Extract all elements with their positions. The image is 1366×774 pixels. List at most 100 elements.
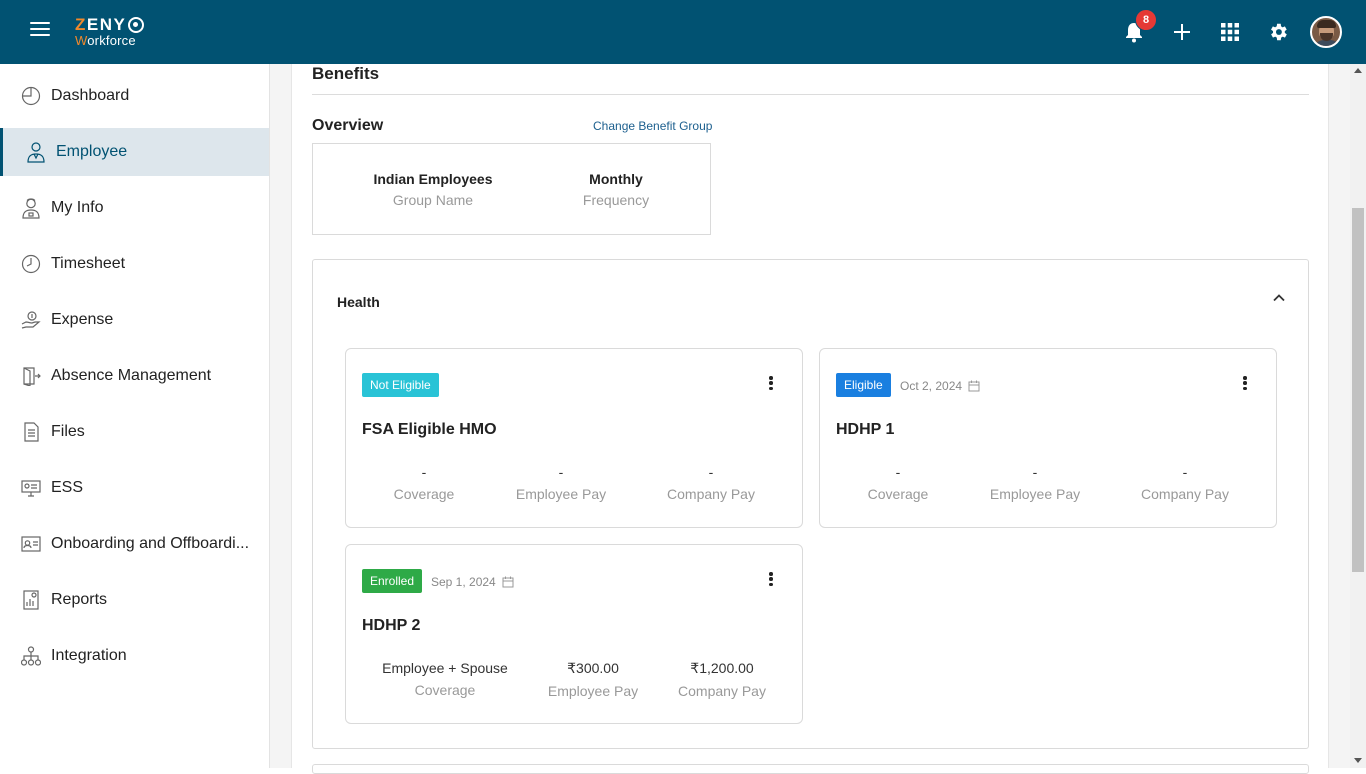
benefit-card-fsa-eligible-hmo: Not Eligible FSA Eligible HMO - Coverage… [345, 348, 803, 528]
effective-date-text: Oct 2, 2024 [900, 379, 963, 393]
sidebar-item-label: My Info [51, 199, 104, 216]
logo-wordmark: Z ENY [75, 15, 145, 34]
avatar[interactable] [1310, 16, 1342, 48]
company-pay-value: - [1182, 464, 1188, 480]
company-pay-value: ₹1,200.00 [690, 660, 754, 676]
coverage-value: Employee + Spouse [382, 660, 508, 676]
top-bar: Z ENY Workforce 8 [0, 0, 1366, 64]
sidebar-item-files[interactable]: Files [0, 408, 269, 456]
scrollbar[interactable] [1350, 64, 1366, 768]
more-options-icon[interactable] [764, 571, 778, 587]
logo[interactable]: Z ENY Workforce [75, 15, 145, 48]
clock-icon [20, 253, 42, 275]
logo-subtitle: Workforce [75, 33, 136, 48]
coverage-label: Coverage [414, 682, 476, 698]
employee-pay-stat: - Employee Pay [501, 464, 621, 502]
effective-date: Oct 2, 2024 [900, 379, 980, 393]
id-card-icon [20, 533, 42, 555]
sidebar-item-onboarding[interactable]: Onboarding and Offboardi... [0, 520, 269, 568]
frequency-field: Monthly Frequency [556, 171, 676, 208]
sidebar: Dashboard Employee My Info Timesheet Exp… [0, 64, 270, 768]
benefit-card-hdhp-1: Eligible Oct 2, 2024 HDHP 1 - Coverage -… [819, 348, 1277, 528]
overview-title: Overview [312, 117, 384, 134]
chevron-up-icon[interactable] [1271, 290, 1287, 306]
company-pay-label: Company Pay [678, 683, 766, 699]
sidebar-item-label: Onboarding and Offboardi... [51, 535, 250, 552]
scroll-up-arrow-icon[interactable] [1354, 68, 1362, 73]
group-name-value: Indian Employees [373, 171, 493, 187]
page-title: Benefits [312, 64, 380, 83]
coverage-label: Coverage [867, 486, 929, 502]
report-icon [20, 589, 42, 611]
sidebar-item-label: Expense [51, 311, 114, 328]
my-info-icon [20, 197, 42, 219]
calendar-icon [968, 380, 980, 392]
sidebar-item-my-info[interactable]: My Info [0, 184, 269, 232]
sidebar-item-absence-management[interactable]: Absence Management [0, 352, 269, 400]
next-section-edge [312, 764, 1309, 774]
sidebar-item-label: Dashboard [51, 87, 130, 104]
dashboard-pie-icon [20, 85, 42, 107]
company-pay-value: - [708, 464, 714, 480]
coverage-label: Coverage [393, 486, 455, 502]
coverage-value: - [421, 464, 427, 480]
sidebar-item-ess[interactable]: ESS [0, 464, 269, 512]
health-section: Health Not Eligible FSA Eligible HMO - C… [312, 259, 1309, 749]
status-badge: Not Eligible [362, 373, 439, 397]
employee-pay-label: Employee Pay [989, 486, 1081, 502]
door-exit-icon [20, 365, 42, 387]
notification-badge[interactable]: 8 [1135, 9, 1157, 31]
logo-mark-icon [128, 16, 145, 33]
employee-pay-value: - [1032, 464, 1038, 480]
gear-icon[interactable] [1266, 20, 1290, 44]
sidebar-item-integration[interactable]: Integration [0, 632, 269, 680]
employee-pay-label: Employee Pay [547, 683, 639, 699]
calendar-icon [502, 576, 514, 588]
hamburger-menu-icon[interactable] [30, 22, 50, 42]
change-benefit-group-link[interactable]: Change Benefit Group [593, 119, 712, 133]
sidebar-item-label: Integration [51, 647, 127, 664]
sidebar-item-label: Timesheet [51, 255, 126, 272]
coverage-stat: Employee + Spouse Coverage [364, 660, 526, 698]
sidebar-item-label: ESS [51, 479, 84, 496]
company-pay-stat: ₹1,200.00 Company Pay [662, 660, 782, 699]
sidebar-item-dashboard[interactable]: Dashboard [0, 72, 269, 120]
scrollbar-thumb[interactable] [1352, 208, 1364, 572]
more-options-icon[interactable] [1238, 375, 1252, 391]
sidebar-item-timesheet[interactable]: Timesheet [0, 240, 269, 288]
coverage-value: - [895, 464, 901, 480]
employee-pay-value: ₹300.00 [567, 660, 619, 676]
group-name-field: Indian Employees Group Name [353, 171, 513, 208]
company-pay-label: Company Pay [1141, 486, 1229, 502]
sidebar-item-label: Absence Management [51, 367, 212, 384]
more-options-icon[interactable] [764, 375, 778, 391]
plus-icon[interactable] [1170, 20, 1194, 44]
sidebar-item-label: Employee [56, 143, 128, 160]
scroll-down-arrow-icon[interactable] [1354, 758, 1362, 763]
file-icon [20, 421, 42, 443]
sidebar-item-reports[interactable]: Reports [0, 576, 269, 624]
sidebar-item-label: Files [51, 423, 85, 440]
main-area: Benefits Overview Change Benefit Group I… [270, 64, 1350, 774]
apps-grid-icon[interactable] [1218, 20, 1242, 44]
logo-text-rest: ENY [86, 15, 127, 34]
effective-date-text: Sep 1, 2024 [431, 575, 496, 589]
health-section-title[interactable]: Health [337, 294, 380, 310]
employee-pay-label: Employee Pay [515, 486, 607, 502]
benefits-panel: Benefits Overview Change Benefit Group I… [291, 64, 1329, 774]
coverage-stat: - Coverage [838, 464, 958, 502]
plan-name: HDHP 1 [836, 421, 895, 438]
expense-hand-coin-icon [20, 309, 42, 331]
coverage-stat: - Coverage [364, 464, 484, 502]
employee-pay-stat: - Employee Pay [975, 464, 1095, 502]
sidebar-item-expense[interactable]: Expense [0, 296, 269, 344]
sidebar-item-employee[interactable]: Employee [0, 128, 269, 176]
divider [312, 94, 1309, 95]
frequency-label: Frequency [582, 192, 650, 208]
company-pay-label: Company Pay [667, 486, 755, 502]
plan-name: FSA Eligible HMO [362, 421, 497, 438]
frequency-value: Monthly [589, 171, 643, 187]
ess-monitor-icon [20, 477, 42, 499]
integration-hierarchy-icon [20, 645, 42, 667]
company-pay-stat: - Company Pay [1120, 464, 1250, 502]
